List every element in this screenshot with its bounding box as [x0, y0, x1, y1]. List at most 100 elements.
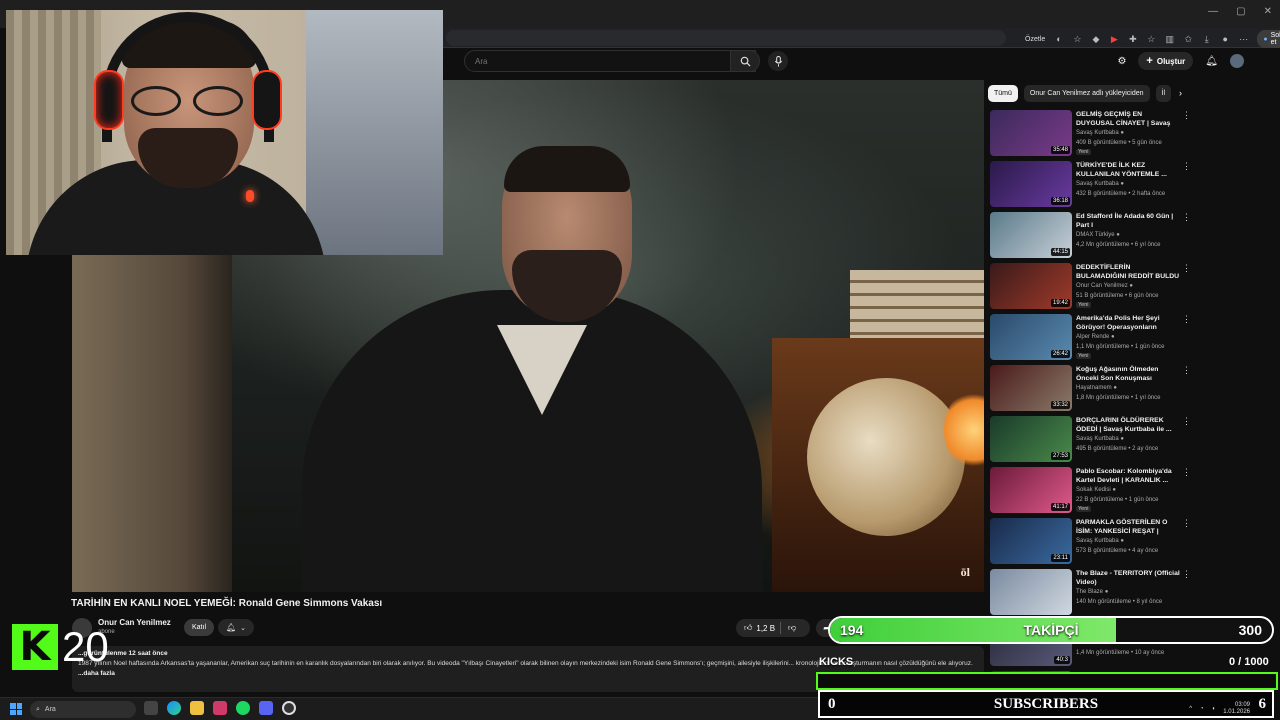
tray-chevron-icon[interactable]: ^: [1189, 706, 1192, 712]
subscription-bell-button[interactable]: 🔔︎ ⌄: [218, 619, 254, 636]
recommendation-item[interactable]: 41:17 Pablo Escobar: Kolombiya'da Kartel …: [988, 465, 1192, 516]
collections-icon[interactable]: ☆: [1147, 34, 1156, 44]
notifications-bell-icon[interactable]: 🔔︎: [1205, 56, 1218, 67]
recommendation-channel[interactable]: Savaş Kurtbaba ●: [1076, 436, 1124, 442]
recommendation-title[interactable]: Ed Stafford İle Adada 60 Gün | Part I: [1076, 212, 1180, 230]
more-vert-icon[interactable]: ⋮: [1182, 314, 1191, 325]
recommendation-channel[interactable]: DMAX Türkiye ●: [1076, 232, 1120, 238]
url-field[interactable]: [446, 30, 1006, 46]
more-vert-icon[interactable]: ⋮: [1182, 569, 1191, 580]
recommendation-title[interactable]: DEDEKTİFLERİN BULAMADIĞINI REDDİT BULDU …: [1076, 263, 1180, 281]
close-icon[interactable]: ✕: [1264, 6, 1272, 17]
recommendation-title[interactable]: TÜRKİYE'DE İLK KEZ KULLANILAN YÖNTEMLE .…: [1076, 161, 1180, 179]
recommendation-title[interactable]: Koğuş Ağasının Ölmeden Önceki Son Konuşm…: [1076, 365, 1180, 383]
puzzle-icon[interactable]: ✚: [1128, 34, 1137, 44]
windows-start-icon[interactable]: [10, 703, 22, 715]
recommendation-thumbnail[interactable]: 23:11: [990, 518, 1072, 564]
volume-icon[interactable]: ◖: [1212, 706, 1216, 712]
recommendation-thumbnail[interactable]: 33:32: [990, 365, 1072, 411]
chevron-right-icon[interactable]: ›: [1179, 88, 1182, 98]
recommendation-title[interactable]: The Blaze - TERRITORY (Official Video): [1076, 569, 1180, 587]
spotify-icon[interactable]: [236, 701, 250, 715]
search-input[interactable]: [465, 51, 755, 72]
maximize-icon[interactable]: ▢: [1236, 6, 1245, 17]
more-icon[interactable]: ⋯: [1239, 34, 1248, 44]
verified-icon: ●: [1120, 130, 1124, 136]
recommendation-title[interactable]: BORÇLARINI ÖLDÜREREK ÖDEDİ | Savaş Kurtb…: [1076, 416, 1180, 434]
recommendation-thumbnail[interactable]: 41:17: [990, 467, 1072, 513]
recommendation-channel[interactable]: Savaş Kurtbaba ●: [1076, 538, 1124, 544]
split-screen-icon[interactable]: ▥: [1165, 34, 1175, 44]
recommendation-thumbnail[interactable]: 36:18: [990, 161, 1072, 207]
voice-search-button[interactable]: [768, 51, 788, 71]
network-icon[interactable]: ◔: [1200, 706, 1204, 712]
file-explorer-icon[interactable]: [190, 701, 204, 715]
media-app-icon[interactable]: [213, 701, 227, 715]
create-button[interactable]: + Oluştur: [1138, 52, 1194, 70]
more-vert-icon[interactable]: ⋮: [1182, 416, 1191, 427]
more-vert-icon[interactable]: ⋮: [1182, 263, 1191, 274]
more-vert-icon[interactable]: ⋮: [1182, 467, 1191, 478]
join-button[interactable]: Katıl: [184, 619, 215, 636]
thumbs-down-icon[interactable]: 👎︎: [788, 623, 796, 633]
chip-all[interactable]: Tümü: [988, 84, 1018, 102]
recommendation-item[interactable]: The Blaze - TERRITORY (Official Video) Th…: [988, 567, 1192, 618]
recommendation-channel[interactable]: Savaş Kurtbaba ●: [1076, 130, 1124, 136]
recommendation-item[interactable]: 44:15 Ed Stafford İle Adada 60 Gün | Part…: [988, 210, 1192, 261]
chip-related[interactable]: İl: [1155, 84, 1172, 102]
recommendation-thumbnail[interactable]: 44:15: [990, 212, 1072, 258]
chip-from-uploader[interactable]: Onur Can Yenilmez adlı yükleyiciden: [1023, 84, 1150, 102]
recommendation-title[interactable]: GELMİŞ GEÇMİŞ EN DUYGUSAL CİNAYET | Sava…: [1076, 110, 1180, 128]
recommendation-channel[interactable]: The Blaze ●: [1076, 589, 1108, 595]
system-clock[interactable]: 03:09 1.01.2026: [1223, 702, 1250, 716]
recommendation-thumbnail[interactable]: [990, 569, 1072, 615]
more-vert-icon[interactable]: ⋮: [1182, 161, 1191, 172]
more-vert-icon[interactable]: ⋮: [1182, 365, 1191, 376]
youtube-extension-icon[interactable]: ▶: [1110, 34, 1119, 44]
more-vert-icon[interactable]: ⋮: [1182, 212, 1191, 223]
recommendation-title[interactable]: Pablo Escobar: Kolombiya'da Kartel Devle…: [1076, 467, 1180, 485]
recommendation-item[interactable]: 26:42 Amerika'da Polis Her Şeyi Görüyor! …: [988, 312, 1192, 363]
profile-icon[interactable]: ●: [1220, 34, 1229, 44]
recommendation-item[interactable]: 35:48 GELMİŞ GEÇMİŞ EN DUYGUSAL CİNAYET |…: [988, 108, 1192, 159]
channel-name[interactable]: Onur Can Yenilmez: [98, 618, 171, 627]
recommendation-channel[interactable]: Alper Rende ●: [1076, 334, 1115, 340]
extension-icon[interactable]: ◆: [1091, 34, 1100, 44]
recommendation-thumbnail[interactable]: 35:48: [990, 110, 1072, 156]
recommendation-thumbnail[interactable]: 26:42: [990, 314, 1072, 360]
discord-icon[interactable]: [259, 701, 273, 715]
search-button[interactable]: [730, 50, 760, 72]
task-view-icon[interactable]: [144, 701, 158, 715]
favorites-icon[interactable]: ✩: [1184, 34, 1193, 44]
recommendation-channel[interactable]: Savaş Kurtbaba ●: [1076, 181, 1124, 187]
recommendation-title[interactable]: Amerika'da Polis Her Şeyi Görüyor! Opera…: [1076, 314, 1180, 332]
summarize-button[interactable]: Özetle: [1025, 36, 1045, 43]
recommendation-channel[interactable]: Hayatnamem ●: [1076, 385, 1117, 391]
recommendation-item[interactable]: 33:32 Koğuş Ağasının Ölmeden Önceki Son K…: [988, 363, 1192, 414]
recommendation-channel[interactable]: Sokak Kedisi ●: [1076, 487, 1116, 493]
downloads-icon[interactable]: ⤓: [1202, 34, 1211, 44]
minimize-icon[interactable]: —: [1208, 6, 1218, 17]
taskbar-search[interactable]: ⌕ Ara: [30, 701, 136, 718]
obs-icon[interactable]: [282, 701, 296, 715]
recommendation-item[interactable]: 23:11 PARMAKLA GÖSTERİLEN O İSİM: YANKESİ…: [988, 516, 1192, 567]
favorite-icon[interactable]: ☆: [1073, 34, 1082, 44]
translate-icon[interactable]: ◐: [1054, 34, 1063, 44]
cast-icon[interactable]: ⚙: [1117, 56, 1126, 67]
clock-date: 1.01.2026: [1223, 709, 1250, 715]
recommendation-item[interactable]: 36:18 TÜRKİYE'DE İLK KEZ KULLANILAN YÖNTE…: [988, 159, 1192, 210]
recommendation-item[interactable]: 27:53 BORÇLARINI ÖLDÜREREK ÖDEDİ | Savaş …: [988, 414, 1192, 465]
like-button[interactable]: 👍︎ 1,2 B 👎︎: [736, 619, 810, 637]
recommendation-meta: 432 B görüntüleme • 2 hafta önce: [1076, 191, 1166, 197]
copilot-chat-button[interactable]: ● Sohbet et: [1257, 30, 1280, 48]
recommendation-thumbnail[interactable]: 19:42: [990, 263, 1072, 309]
account-avatar[interactable]: [1230, 54, 1244, 68]
more-vert-icon[interactable]: ⋮: [1182, 110, 1191, 121]
recommendation-title[interactable]: PARMAKLA GÖSTERİLEN O İSİM: YANKESİCİ RE…: [1076, 518, 1180, 536]
video-duration: 40:3: [1054, 656, 1070, 664]
recommendation-channel[interactable]: Onur Can Yenilmez ●: [1076, 283, 1133, 289]
edge-browser-icon[interactable]: [167, 701, 181, 715]
recommendation-thumbnail[interactable]: 27:53: [990, 416, 1072, 462]
recommendation-item[interactable]: 19:42 DEDEKTİFLERİN BULAMADIĞINI REDDİT B…: [988, 261, 1192, 312]
more-vert-icon[interactable]: ⋮: [1182, 518, 1191, 529]
